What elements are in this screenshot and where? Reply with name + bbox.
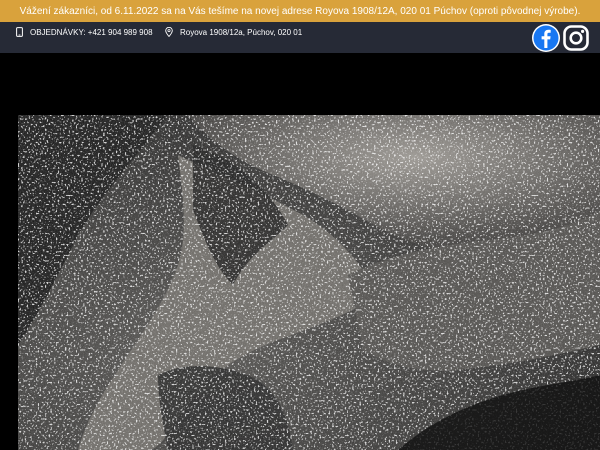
facebook-link[interactable] [532,24,560,54]
phone-info[interactable]: OBJEDNÁVKY: +421 904 989 908 [16,22,153,42]
hero-image [18,115,600,450]
address-text: Royova 1908/12a, Púchov, 020 01 [180,27,303,37]
phone-text: OBJEDNÁVKY: +421 904 989 908 [30,27,153,37]
phone-icon [16,27,23,37]
announcement-bar: Vážení zákazníci, od 6.11.2022 sa na Vás… [0,0,600,22]
address-info[interactable]: Royova 1908/12a, Púchov, 020 01 [165,22,302,42]
instagram-link[interactable] [562,24,590,54]
facebook-icon [532,24,560,52]
instagram-icon [563,25,589,51]
contact-top-bar: OBJEDNÁVKY: +421 904 989 908 Royova 1908… [0,22,600,53]
announcement-text: Vážení zákazníci, od 6.11.2022 sa na Vás… [19,5,581,17]
location-pin-icon [165,27,173,37]
